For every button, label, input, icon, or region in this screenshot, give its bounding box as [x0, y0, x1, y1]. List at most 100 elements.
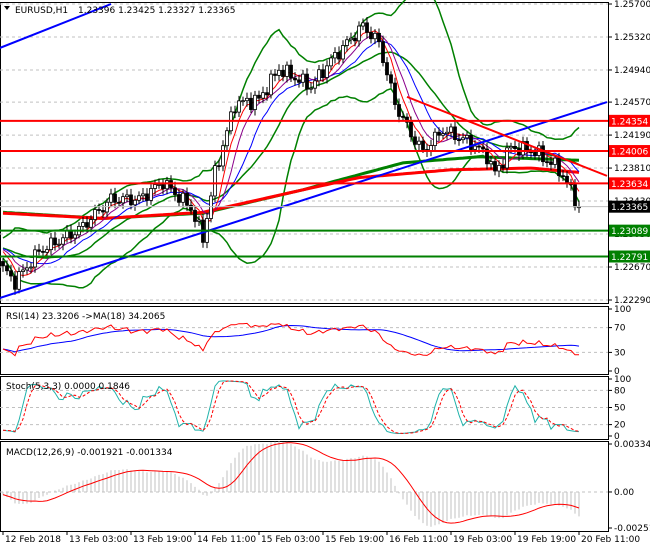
candle-body [449, 126, 453, 133]
candle [113, 187, 117, 209]
candle-body [373, 32, 377, 40]
axis-tick-label: -0.002513 [614, 524, 650, 534]
candle-body [85, 222, 89, 228]
candle [441, 127, 445, 139]
candle-body [121, 196, 125, 204]
candle [305, 68, 309, 96]
candle [385, 57, 389, 81]
main-price-panel: 1.25700 1.25320 1.24940 1.24570 1.24190 1.238… [0, 0, 650, 306]
candle [349, 32, 353, 45]
candle [433, 128, 437, 151]
candle-body [249, 97, 253, 110]
time-tick-label: 19 Feb 03:00 [453, 535, 512, 545]
candle [325, 60, 329, 84]
candle [177, 189, 181, 207]
candle-body [37, 249, 41, 252]
candle-body [265, 92, 269, 96]
candle [273, 69, 277, 82]
candle-body [261, 92, 265, 99]
candle-body [237, 100, 241, 113]
time-tick-label: 13 Feb 03:00 [69, 535, 128, 545]
level-price-label: 1.24354 [611, 117, 648, 127]
time-tick-label: 12 Feb 2018 [5, 535, 61, 545]
candle-body [193, 209, 197, 222]
candle [389, 71, 393, 88]
candle-body [493, 161, 497, 172]
candle [149, 184, 153, 205]
candle-body [213, 165, 217, 197]
candle-body [117, 201, 121, 204]
candle-body [481, 146, 485, 150]
candle-body [189, 204, 193, 211]
candle-body [25, 267, 29, 271]
time-tick-label: 14 Feb 11:00 [197, 535, 256, 545]
candle [61, 234, 65, 251]
candle-body [181, 192, 185, 203]
candle [529, 145, 533, 159]
axis-tick-label: 100 [614, 375, 631, 385]
axis-tick-label: 100 [614, 305, 631, 315]
candle-body [345, 39, 349, 46]
candle-body [173, 187, 177, 195]
slow-ma-green [2, 155, 580, 220]
candle-body [113, 193, 117, 203]
candle-body [417, 140, 421, 145]
dropdown-triangle-icon[interactable] [4, 6, 10, 10]
candle-body [221, 145, 225, 167]
rsi-line [2, 322, 580, 357]
candle-body [17, 271, 21, 290]
candle-body [233, 111, 237, 114]
time-tick-label: 15 Feb 03:00 [261, 535, 320, 545]
candle-body [145, 193, 149, 201]
stoch-title: Stoch(5,3,3) 0.0000 0.1846 [6, 382, 130, 392]
axis-tick-label: 0.003347 [614, 440, 650, 450]
candle-body [309, 87, 313, 90]
candle [133, 195, 137, 211]
candle-body [393, 82, 397, 105]
candle [393, 77, 397, 110]
candle-body [501, 165, 505, 169]
candle-body [561, 175, 565, 178]
candle-body [157, 184, 161, 186]
candle [341, 40, 345, 64]
candle [445, 126, 449, 140]
axis-tick-label: 30 [614, 348, 626, 358]
candle-body [253, 94, 257, 110]
candle [437, 127, 441, 142]
candle-body [209, 195, 213, 219]
candle-body [565, 175, 569, 184]
candle [417, 136, 421, 151]
axis-tick-label: 0.00 [614, 488, 634, 498]
candle-body [433, 131, 437, 146]
candle-body [497, 165, 501, 172]
candle-body [389, 74, 393, 84]
candle-body [53, 237, 57, 246]
candle-body [473, 145, 477, 150]
bollinger-lower-band [2, 87, 580, 289]
time-tick-label: 20 Feb 11:00 [581, 535, 640, 545]
candle-body [241, 100, 245, 103]
candle-body [361, 22, 365, 27]
candle-body [385, 62, 389, 76]
candle [377, 28, 381, 48]
candle-body [125, 194, 129, 198]
candle-body [73, 234, 77, 239]
symbol-title: EURUSD,H1 [15, 6, 68, 16]
candle-body [349, 37, 353, 41]
candle-body [285, 64, 289, 77]
candle-body [337, 52, 341, 60]
candle-body [369, 32, 373, 40]
candle [453, 121, 457, 145]
candle [137, 191, 141, 205]
time-tick-label: 13 Feb 19:00 [133, 535, 192, 545]
chart-canvas[interactable]: 1.25700 1.25320 1.24940 1.24570 1.24190 1.238… [0, 0, 650, 550]
price-tick-label: 1.23810 [614, 164, 650, 174]
candle-body [225, 130, 229, 147]
candle-body [257, 94, 261, 99]
candle [297, 75, 301, 88]
candle [49, 232, 53, 255]
candle-body [97, 209, 101, 211]
candle-body [101, 210, 105, 213]
candle-body [409, 121, 413, 138]
candle-body [313, 80, 317, 89]
